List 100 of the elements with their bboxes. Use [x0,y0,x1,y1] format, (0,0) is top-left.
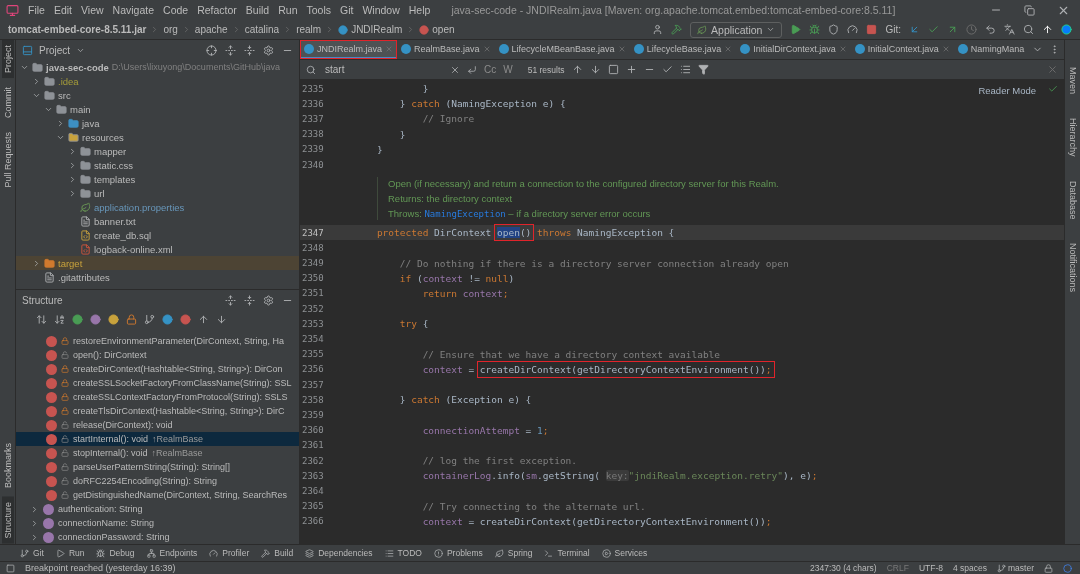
status-item[interactable]: master [997,563,1034,573]
tool-window-tab[interactable]: Database [1066,175,1079,225]
branch-icon[interactable] [144,313,155,325]
tree-item[interactable]: static.css [16,158,299,172]
tool-window-button[interactable]: Debug [96,548,135,558]
editor-tab[interactable]: JNDIRealm.java [300,40,398,59]
structure-item[interactable]: connectionName: String [16,516,299,530]
chevron-icon[interactable] [68,174,77,184]
chevron-icon[interactable] [68,146,77,156]
chevron-icon[interactable] [32,258,41,268]
tree-item[interactable]: banner.txt [16,214,299,228]
structure-item[interactable]: doRFC2254Encoding(String): String [16,474,299,488]
tool-window-tab[interactable]: Hierarchy [1066,113,1079,162]
editor-tab[interactable]: InitialContext.java [850,40,954,59]
circle-icon[interactable] [108,313,119,325]
settings-icon[interactable] [263,44,274,56]
tree-item[interactable]: mapper [16,144,299,158]
tree-item[interactable]: create_db.sql [16,228,299,242]
tool-window-tab[interactable]: Pull Requests [1,127,14,193]
tool-window-button[interactable]: Build [261,548,294,558]
tool-window-button[interactable]: Git [20,548,44,558]
menu-item[interactable]: Edit [53,4,72,16]
menu-item[interactable]: Help [408,4,431,16]
menu-item[interactable]: Git [340,4,354,16]
search-icon[interactable] [1023,24,1034,35]
structure-item[interactable]: getDistinguishedName(DirContext, String, SearchRes [16,488,299,502]
menu-item[interactable]: Code [163,4,189,16]
tree-item[interactable]: java [16,116,299,130]
arrow-icon[interactable] [1042,24,1053,35]
chevron-icon[interactable] [68,160,77,170]
menu-item[interactable]: Refactor [197,4,237,16]
tree-item[interactable]: .gitattributes [16,270,299,284]
tool-window-button[interactable]: Endpoints [146,548,198,558]
newline-icon[interactable] [467,64,477,75]
search-option-toggle[interactable]: Cc [484,64,497,75]
chevron-icon[interactable] [68,188,77,198]
tool-window-button[interactable]: Problems [433,548,483,558]
menu-item[interactable]: Navigate [112,4,155,16]
search-field[interactable]: start [323,61,443,78]
editor-tab[interactable]: NamingMana [953,40,1029,59]
tree-item[interactable]: src [16,88,299,102]
arrow-icon[interactable] [198,313,209,325]
structure-item[interactable]: release(DirContext): void [16,418,299,432]
structure-item[interactable]: open(): DirContext [16,348,299,362]
tree-item[interactable]: resources [16,130,299,144]
undo-icon[interactable] [985,24,996,35]
breadcrumb[interactable]: open [419,24,455,35]
editor-tab[interactable]: InitialDirContext.java [736,40,851,59]
user-icon[interactable] [652,24,664,35]
structure-item[interactable]: startInternal(): void ↑RealmBase [16,432,299,446]
collapse-icon[interactable] [244,294,255,306]
structure-item[interactable]: connectionPassword: String [16,530,299,544]
tool-window-button[interactable]: Run [55,548,85,558]
circle-icon[interactable] [162,313,173,325]
breadcrumb[interactable]: tomcat-embed-core-8.5.11.jar [8,24,147,35]
circle-icon[interactable] [72,313,83,325]
debug-icon[interactable] [809,24,821,35]
editor-tab[interactable]: RealmBase.java [397,40,495,59]
expand-icon[interactable] [225,294,236,306]
search-option-toggle[interactable]: W [503,64,513,75]
breadcrumb[interactable]: apache [194,24,228,35]
gauge-icon[interactable] [847,24,859,35]
circle-icon[interactable] [180,313,191,325]
status-item[interactable]: UTF-8 [918,563,943,573]
structure-item[interactable]: parseUserPatternString(String): String[] [16,460,299,474]
lock-icon[interactable] [126,313,137,325]
structure-item[interactable]: createSSLContextFactoryFromProtocol(String): SSLS [16,390,299,404]
structure-item[interactable]: stopInternal(): void ↑RealmBase [16,446,299,460]
run-configuration-dropdown[interactable]: Application [690,21,783,38]
tool-window-button[interactable]: Dependencies [305,548,373,558]
reader-mode-toggle[interactable]: Reader Mode [978,85,1036,96]
check-icon[interactable] [661,64,673,75]
breadcrumb[interactable]: realm [296,24,322,35]
tool-window-tab[interactable]: Project [1,40,14,78]
tool-window-tab[interactable]: Maven [1066,62,1079,99]
chevron-icon[interactable] [56,118,65,128]
run-icon[interactable] [790,24,802,35]
arrow-icon[interactable] [216,313,227,325]
tool-window-button[interactable]: Profiler [209,548,250,558]
tree-item[interactable]: logback-online.xml [16,242,299,256]
collapse-icon[interactable] [244,44,255,56]
link[interactable]: NamingException [424,209,506,220]
tool-window-button[interactable]: TODO [384,548,422,558]
tree-item[interactable]: url [16,186,299,200]
filter-icon[interactable] [697,64,709,75]
breadcrumb[interactable]: catalina [244,24,280,35]
menu-item[interactable]: View [81,4,104,16]
status-item[interactable]: 4 spaces [953,563,987,573]
tool-window-button[interactable]: Terminal [544,548,590,558]
translate-icon[interactable] [1004,24,1015,35]
status-item[interactable]: 2347:30 (4 chars) [810,563,877,573]
list-icon[interactable] [679,64,691,75]
menu-item[interactable]: File [28,4,45,16]
tool-window-tab[interactable]: Structure [1,497,14,544]
structure-item[interactable]: restoreEnvironmentParameter(DirContext, String, Ha [16,334,299,348]
chevron-icon[interactable] [32,76,41,86]
breadcrumb[interactable]: JNDIRealm [338,24,403,35]
shield-icon[interactable] [828,24,840,35]
tool-window-button[interactable]: Spring [494,548,533,558]
expand-icon[interactable] [225,44,236,56]
